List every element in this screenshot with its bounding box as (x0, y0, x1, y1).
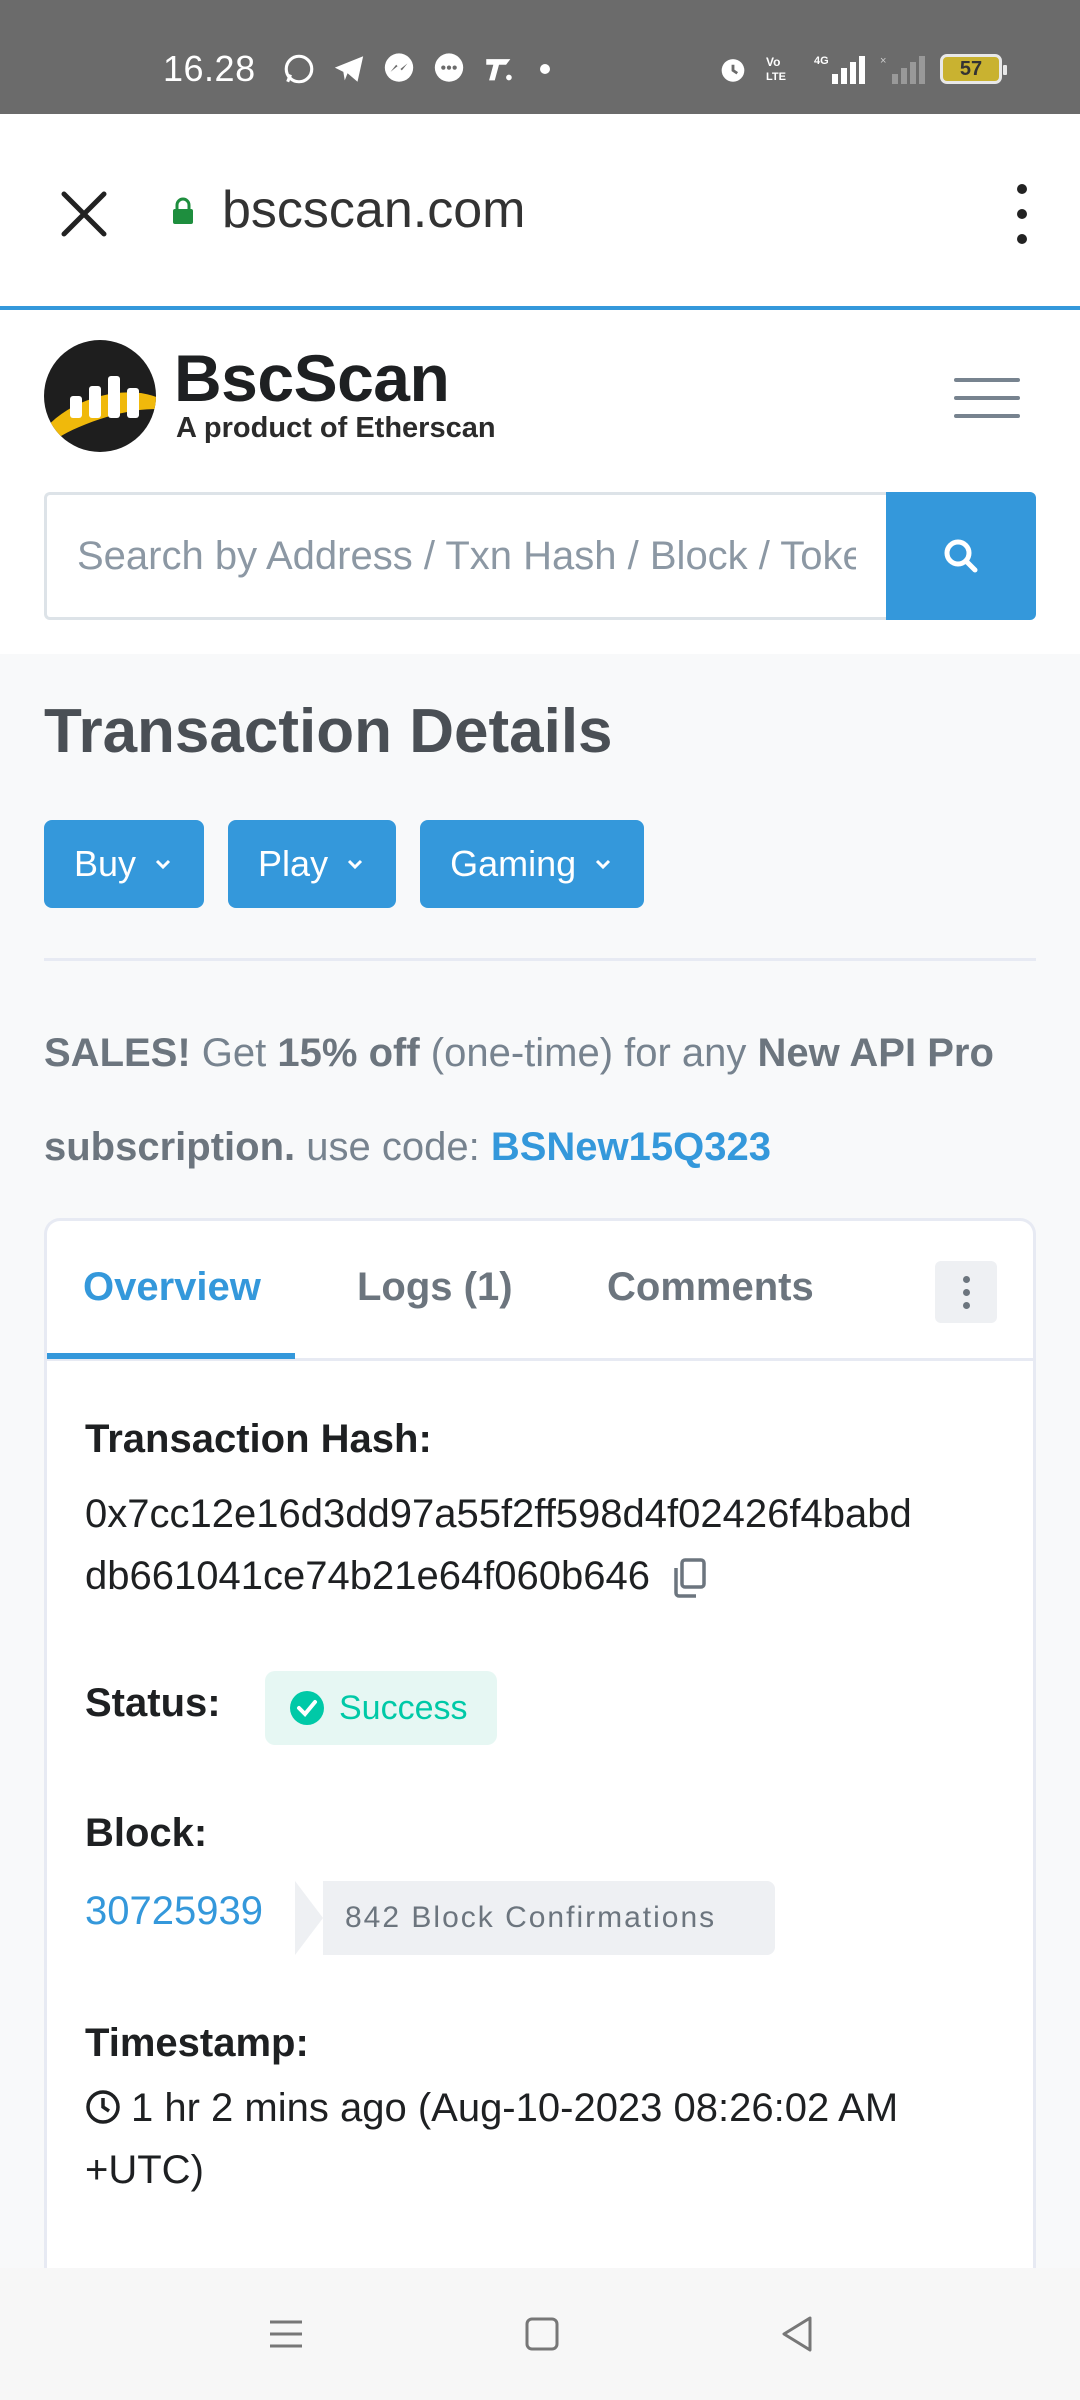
svg-text:LTE: LTE (766, 71, 786, 83)
more-notifications-dot (540, 64, 550, 74)
gaming-dropdown-button[interactable]: Gaming (420, 820, 645, 908)
block-confirmations: 842 Block Confirmations (345, 1901, 717, 1934)
hash-line-2: db661041ce74b21e64f060b646 (85, 1545, 912, 1607)
close-icon[interactable] (54, 184, 114, 244)
divider (44, 958, 1036, 961)
timestamp-label: Timestamp: (85, 2021, 309, 2065)
buy-label: Buy (74, 843, 137, 884)
status-bar: 16.28 Vo LTE 4G × 57 (0, 0, 1080, 114)
svg-text:×: × (880, 55, 886, 67)
promo-banner[interactable]: SALES! Get 15% off (one-time) for any Ne… (44, 1006, 1044, 1194)
play-label: Play (258, 843, 329, 884)
browser-toolbar: bscscan.com (0, 114, 1080, 310)
chat-icon (434, 53, 464, 82)
search-input[interactable] (44, 492, 886, 620)
whatsapp-icon (284, 54, 314, 84)
copy-icon[interactable] (670, 1557, 708, 1599)
buy-dropdown-button[interactable]: Buy (44, 820, 205, 908)
hash-line-2-text: db661041ce74b21e64f060b646 (85, 1554, 651, 1598)
home-icon[interactable] (518, 2310, 566, 2358)
svg-text:4G: 4G (814, 55, 829, 67)
play-dropdown-button[interactable]: Play (228, 820, 397, 908)
timestamp-line-2: +UTC) (85, 2148, 204, 2192)
back-icon[interactable] (774, 2310, 822, 2358)
check-circle-icon (290, 1691, 324, 1725)
status-label: Status: (85, 1681, 221, 1725)
system-icons: Vo LTE 4G × 57 (716, 52, 1007, 86)
block-number-link[interactable]: 30725939 (85, 1889, 263, 1934)
tab-comments[interactable]: Comments (607, 1265, 814, 1310)
active-tab-indicator (47, 1353, 295, 1359)
app-icon (486, 59, 512, 81)
transaction-hash: 0x7cc12e16d3dd97a55f2ff598d4f02426f4babd… (85, 1483, 912, 1607)
promo-sales: SALES! (44, 1031, 191, 1075)
lock-icon (173, 197, 193, 224)
4g-signal-icon: 4G (814, 55, 865, 84)
promo-code[interactable]: BSNew15Q323 (491, 1125, 771, 1169)
no-signal-icon: × (880, 55, 925, 84)
more-options-icon[interactable] (935, 1261, 997, 1323)
svg-text:Vo: Vo (766, 55, 780, 69)
chevron-down-icon (596, 859, 611, 870)
system-navigation-bar (0, 2268, 1080, 2400)
status-badge: Success (265, 1671, 497, 1745)
tab-logs[interactable]: Logs (1) (357, 1265, 513, 1310)
page-title: Transaction Details (44, 697, 613, 766)
bscscan-logo[interactable] (44, 340, 156, 452)
volte-icon: Vo LTE (766, 55, 786, 83)
url-text[interactable]: bscscan.com (222, 180, 525, 240)
tab-bar: Overview Logs (1) Comments (47, 1221, 1033, 1361)
search-icon (944, 539, 978, 573)
brand-tagline: A product of Etherscan (176, 412, 496, 444)
status-time: 16.28 (163, 48, 256, 89)
chevron-down-icon (348, 859, 363, 870)
sponsored-buttons: Buy Play Gaming (44, 820, 645, 908)
tab-overview[interactable]: Overview (83, 1265, 261, 1310)
hash-label: Transaction Hash: (85, 1417, 432, 1461)
notification-icons (282, 52, 550, 86)
search-bar (44, 492, 1036, 620)
hash-line-1: 0x7cc12e16d3dd97a55f2ff598d4f02426f4babd (85, 1492, 912, 1536)
clock-icon (86, 2090, 120, 2124)
block-label: Block: (85, 1811, 208, 1855)
browser-menu-icon[interactable] (1010, 184, 1034, 244)
promo-one-time: (one-time) for any (419, 1031, 758, 1075)
brand-name[interactable]: BscScan (174, 340, 450, 416)
promo-use-code: use code: (295, 1125, 491, 1169)
gaming-label: Gaming (450, 843, 577, 884)
hamburger-menu-icon[interactable] (954, 378, 1020, 418)
transaction-card: Overview Logs (1) Comments Transaction H… (44, 1218, 1036, 2268)
promo-get: Get (190, 1031, 278, 1075)
timestamp-line-1: 1 hr 2 mins ago (Aug-10-2023 08:26:02 AM (85, 2077, 898, 2139)
site-header: BscScan A product of Etherscan (0, 310, 1080, 654)
search-button[interactable] (886, 492, 1036, 620)
telegram-icon (334, 56, 364, 82)
messenger-icon (384, 53, 414, 82)
timestamp-line-1-text: 1 hr 2 mins ago (Aug-10-2023 08:26:02 AM (131, 2086, 899, 2130)
alarm-icon (721, 59, 745, 82)
recents-icon[interactable] (262, 2310, 310, 2358)
block-confirmations-badge: 842 Block Confirmations (295, 1881, 775, 1955)
status-value: Success (339, 1688, 468, 1727)
timestamp-value: 1 hr 2 mins ago (Aug-10-2023 08:26:02 AM… (85, 2077, 898, 2201)
battery-icon: 57 (940, 54, 1007, 84)
promo-discount: 15% off (277, 1031, 420, 1075)
chevron-down-icon (155, 859, 171, 870)
